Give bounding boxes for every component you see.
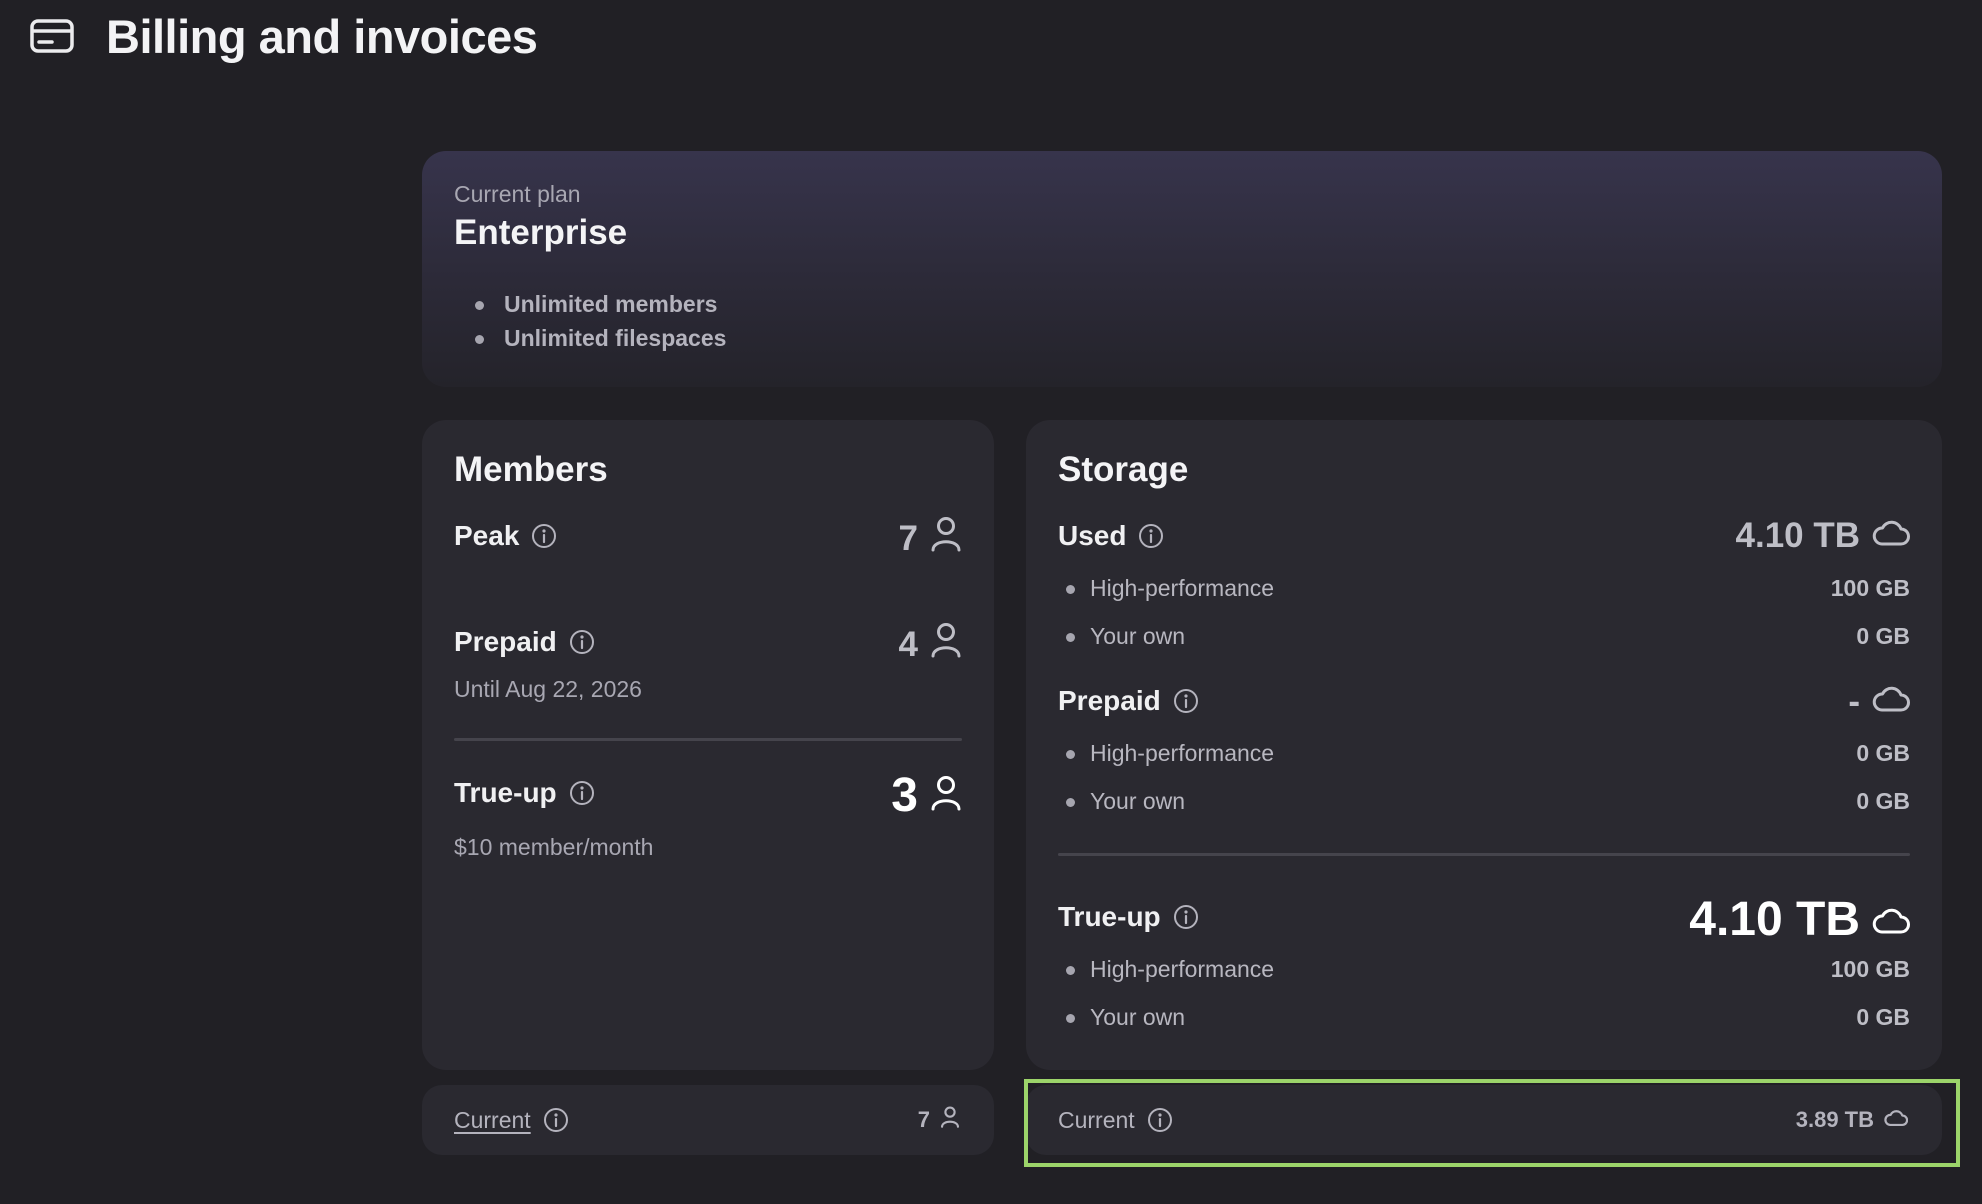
item-label: Your own	[1058, 1004, 1185, 1031]
plan-name: Enterprise	[454, 213, 628, 252]
current-value: 7	[917, 1107, 930, 1132]
user-icon	[930, 768, 962, 823]
info-icon[interactable]	[569, 629, 595, 655]
list-item: Your own 0 GB	[1058, 621, 1910, 651]
item-value: 0 GB	[1856, 622, 1910, 649]
storage-divider	[1058, 853, 1910, 856]
members-peak-label: Peak	[454, 520, 557, 552]
trueup-value: 4.10 TB	[1689, 893, 1860, 946]
item-label: High-performance	[1058, 740, 1274, 767]
members-peak-value: 7	[899, 516, 962, 561]
members-prepaid-value: 4	[899, 622, 962, 667]
page-title: Billing and invoices	[106, 9, 538, 63]
trueup-label-text: True-up	[1058, 901, 1161, 932]
storage-current-label[interactable]: Current	[1058, 1107, 1173, 1134]
trueup-value: 3	[891, 769, 918, 822]
plan-features: Unlimited members Unlimited filespaces	[454, 291, 726, 359]
page-header: Billing and invoices	[30, 8, 538, 64]
members-card: Members Peak 7 Prepaid Until Aug 22, 202…	[422, 420, 994, 1070]
trueup-rate: $10 member/month	[454, 834, 654, 860]
item-label: High-performance	[1058, 956, 1274, 983]
prepaid-value: 4	[898, 624, 918, 664]
storage-used-label: Used	[1058, 520, 1164, 552]
info-icon[interactable]	[1138, 523, 1164, 549]
prepaid-label-text: Prepaid	[454, 626, 557, 657]
prepaid-label-text: Prepaid	[1058, 685, 1161, 716]
info-icon[interactable]	[1173, 904, 1199, 930]
storage-current-bar[interactable]: Current 3.89 TB	[1026, 1085, 1942, 1155]
current-plan-card: Current plan Enterprise Unlimited member…	[422, 151, 1942, 387]
list-item: Your own 0 GB	[1058, 1002, 1910, 1032]
current-label: Current	[1058, 1106, 1135, 1133]
peak-label-text: Peak	[454, 520, 520, 551]
info-icon[interactable]	[569, 780, 595, 806]
storage-title: Storage	[1058, 450, 1189, 489]
cloud-icon	[1872, 682, 1910, 722]
cloud-icon	[1872, 516, 1910, 556]
trueup-label-text: True-up	[454, 777, 557, 808]
info-icon[interactable]	[543, 1107, 569, 1133]
info-icon[interactable]	[1173, 688, 1199, 714]
members-prepaid-label: Prepaid	[454, 626, 595, 658]
item-value: 100 GB	[1830, 574, 1910, 601]
peak-value: 7	[898, 518, 918, 558]
used-label-text: Used	[1058, 520, 1127, 551]
credit-card-icon	[30, 19, 74, 53]
item-label: Your own	[1058, 623, 1185, 650]
prepaid-until: Until Aug 22, 2026	[454, 676, 642, 702]
list-item: High-performance 0 GB	[1058, 738, 1910, 768]
current-label[interactable]: Current	[454, 1107, 531, 1134]
billing-page: Billing and invoices Current plan Enterp…	[0, 0, 1982, 1204]
plan-feature: Unlimited members	[454, 291, 726, 325]
storage-trueup-value: 4.10 TB	[1689, 892, 1910, 947]
info-icon[interactable]	[531, 523, 557, 549]
members-current-bar[interactable]: Current 7	[422, 1085, 994, 1155]
prepaid-value: -	[1848, 682, 1860, 721]
cloud-icon	[1872, 892, 1910, 947]
storage-trueup-label: True-up	[1058, 901, 1199, 933]
item-label: High-performance	[1058, 575, 1274, 602]
storage-used-value: 4.10 TB	[1736, 516, 1911, 556]
user-icon	[930, 516, 962, 561]
list-item: High-performance 100 GB	[1058, 573, 1910, 603]
user-icon	[930, 622, 962, 667]
item-value: 0 GB	[1856, 739, 1910, 766]
cloud-icon	[1884, 1107, 1909, 1133]
list-item: High-performance 100 GB	[1058, 954, 1910, 984]
storage-card: Storage Used 4.10 TB High-performance 10…	[1026, 420, 1942, 1070]
storage-current-value: 3.89 TB	[1795, 1107, 1909, 1133]
members-title: Members	[454, 450, 608, 489]
storage-prepaid-label: Prepaid	[1058, 685, 1199, 717]
current-plan-label: Current plan	[454, 181, 581, 207]
info-icon[interactable]	[1147, 1107, 1173, 1133]
item-value: 0 GB	[1856, 787, 1910, 814]
list-item: Your own 0 GB	[1058, 786, 1910, 816]
members-current-value: 7	[918, 1106, 960, 1134]
item-value: 100 GB	[1830, 955, 1910, 982]
plan-feature: Unlimited filespaces	[454, 325, 726, 359]
members-current-link[interactable]: Current	[454, 1107, 569, 1134]
members-divider	[454, 738, 962, 741]
storage-prepaid-value: -	[1848, 682, 1910, 722]
members-trueup-label: True-up	[454, 777, 595, 809]
item-label: Your own	[1058, 788, 1185, 815]
item-value: 0 GB	[1856, 1003, 1910, 1030]
used-value: 4.10 TB	[1735, 516, 1861, 555]
members-trueup-value: 3	[891, 768, 962, 823]
current-value: 3.89 TB	[1795, 1107, 1874, 1132]
user-icon	[940, 1106, 960, 1134]
